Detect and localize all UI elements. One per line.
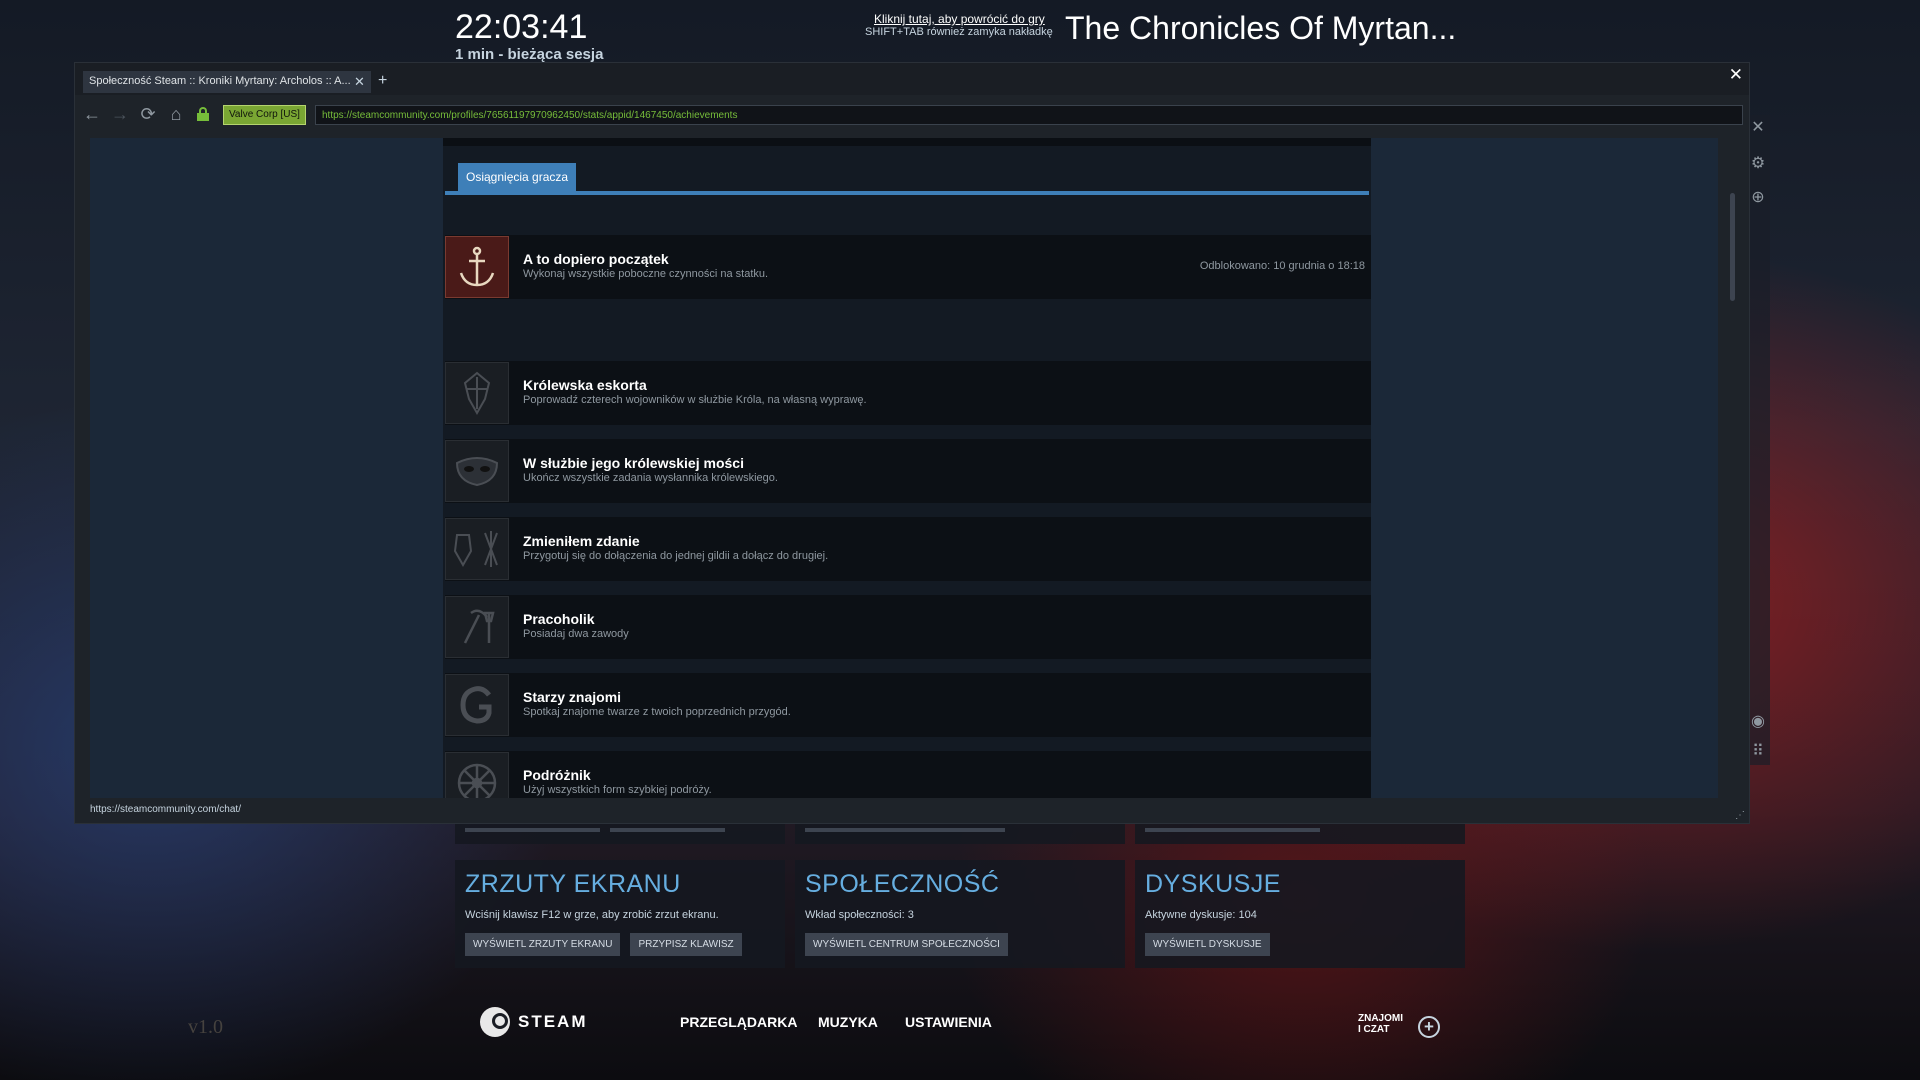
achievement-description: Przygotuj się do dołączenia do jednej gi… — [523, 550, 829, 562]
achievement-row: Pracoholik Posiadaj dwa zawody — [445, 595, 1371, 659]
browser-scrollbar[interactable] — [1727, 138, 1737, 798]
add-friend-icon[interactable]: + — [1418, 1016, 1440, 1038]
achievement-row: W służbie jego królewskiej mości Ukończ … — [445, 439, 1371, 503]
achievement-title: Pracoholik — [523, 611, 595, 627]
nav-settings[interactable]: USTAWIENIA — [905, 1014, 992, 1030]
return-to-game-link[interactable]: Kliknij tutaj, aby powrócić do gry — [874, 12, 1045, 26]
overlay-bottom-bar — [0, 985, 1920, 1080]
achievement-title: Królewska eskorta — [523, 377, 647, 393]
achievement-title: Podróżnik — [523, 767, 591, 783]
achievements-content: Osiągnięcia gracza A to dopiero początek… — [443, 138, 1371, 798]
achievement-description: Spotkaj znajome twarze z twoich poprzedn… — [523, 706, 791, 718]
discussions-panel: DYSKUSJE Aktywne dyskusje: 104 WYŚWIETL … — [1135, 860, 1465, 968]
discussions-title: DYSKUSJE — [1145, 870, 1281, 898]
game-title: The Chronicles Of Myrtan... — [1065, 10, 1457, 46]
add-icon[interactable]: ⊕ — [1748, 188, 1768, 208]
achievement-row: Podróżnik Użyj wszystkich form szybkiej … — [445, 751, 1371, 798]
close-icon[interactable]: ✕ — [1748, 118, 1768, 138]
community-panel: SPOŁECZNOŚĆ Wkład społeczności: 3 WYŚWIE… — [795, 860, 1125, 968]
achievement-row: Starzy znajomi Spotkaj znajome twarze z … — [445, 673, 1371, 737]
resize-grip-icon[interactable]: ⋰ — [1735, 810, 1745, 821]
achievement-title: Starzy znajomi — [523, 689, 622, 705]
back-icon[interactable]: ← — [81, 104, 103, 125]
community-desc: Wkład społeczności: 3 — [805, 909, 914, 921]
achievement-description: Ukończ wszystkie zadania wysłannika król… — [523, 472, 778, 484]
steam-logo-icon — [480, 1007, 510, 1037]
reload-icon[interactable]: ⟳ — [137, 104, 159, 125]
mask-icon — [445, 440, 509, 502]
new-tab-icon[interactable]: + — [378, 72, 387, 90]
tab-player-achievements[interactable]: Osiągnięcia gracza — [458, 163, 577, 191]
anchor-icon — [445, 236, 509, 298]
home-icon[interactable]: ⌂ — [165, 104, 187, 125]
browser-tabbar: Społeczność Steam :: Kroniki Myrtany: Ar… — [75, 63, 1749, 95]
crest-icon — [445, 362, 509, 424]
browser-tab[interactable]: Społeczność Steam :: Kroniki Myrtany: Ar… — [83, 71, 371, 93]
tools-icon — [445, 596, 509, 658]
achievement-row: Zmieniłem zdanie Przygotuj się do dołącz… — [445, 517, 1371, 581]
friends-label-line1: ZNAJOMI — [1358, 1013, 1403, 1024]
url-input[interactable]: https://steamcommunity.com/profiles/7656… — [315, 105, 1743, 125]
tab-close-icon[interactable]: ✕ — [354, 74, 365, 90]
achievement-title: Zmieniłem zdanie — [523, 533, 640, 549]
steam-logo[interactable]: STEAM — [480, 1007, 588, 1037]
certificate-badge[interactable]: Valve Corp [US] — [223, 105, 306, 125]
g-letter-icon — [445, 674, 509, 736]
panel-strip — [455, 824, 785, 844]
steam-logo-text: STEAM — [518, 1012, 588, 1031]
panel-strip — [1135, 824, 1465, 844]
screenshots-title: ZRZUTY EKRANU — [465, 870, 681, 898]
achievement-description: Poprowadź czterech wojowników w służbie … — [523, 394, 867, 406]
panel-bar — [465, 828, 600, 832]
panel-bar — [805, 828, 1005, 832]
discussions-desc: Aktywne dyskusje: 104 — [1145, 909, 1257, 921]
overlay-clock: 22:03:41 — [455, 8, 588, 46]
browser-viewport: Osiągnięcia gracza A to dopiero początek… — [90, 138, 1718, 798]
guild-icon — [445, 518, 509, 580]
friends-label-line2: I CZAT — [1358, 1024, 1390, 1035]
achievement-description: Użyj wszystkich form szybkiej podróży. — [523, 784, 712, 796]
friends-chat-button[interactable]: ZNAJOMI I CZAT — [1358, 1013, 1403, 1035]
panel-bar — [610, 828, 725, 832]
gear-icon[interactable]: ⚙ — [1748, 154, 1768, 174]
panel-strip — [795, 824, 1125, 844]
scrollbar-thumb[interactable] — [1730, 193, 1735, 301]
nav-music[interactable]: MUZYKA — [818, 1014, 878, 1030]
achievement-title: A to dopiero początek — [523, 251, 669, 267]
grip-icon[interactable]: ⠿ — [1748, 742, 1768, 762]
lock-icon — [197, 107, 209, 121]
overlay-browser-window: Społeczność Steam :: Kroniki Myrtany: Ar… — [74, 62, 1750, 824]
content-top-bar — [443, 138, 1371, 146]
panel-bar — [1145, 828, 1320, 832]
view-discussions-button[interactable]: WYŚWIETL DYSKUSJE — [1145, 933, 1270, 956]
achievement-row: Królewska eskorta Poprowadź czterech woj… — [445, 361, 1371, 425]
browser-toolbar: ← → ⟳ ⌂ Valve Corp [US] https://steamcom… — [75, 95, 1749, 135]
wheel-icon — [445, 752, 509, 798]
window-close-icon[interactable]: ✕ — [1729, 65, 1743, 85]
achievement-description: Wykonaj wszystkie poboczne czynności na … — [523, 268, 769, 280]
view-community-hub-button[interactable]: WYŚWIETL CENTRUM SPOŁECZNOŚCI — [805, 933, 1008, 956]
achievement-unlock-date: Odblokowano: 10 grudnia o 18:18 — [1199, 260, 1365, 272]
assign-key-button[interactable]: PRZYPISZ KLAWISZ — [630, 933, 742, 956]
tab-underline — [445, 191, 1369, 195]
session-duration: 1 min - bieżąca sesja — [455, 46, 604, 63]
screenshots-desc: Wciśnij klawisz F12 w grze, aby zrobić z… — [465, 909, 719, 921]
overlay-shortcut-hint: SHIFT+TAB również zamyka nakładkę — [865, 26, 1053, 38]
achievement-description: Posiadaj dwa zawody — [523, 628, 629, 640]
browser-status-url: https://steamcommunity.com/chat/ — [90, 804, 241, 815]
forward-icon[interactable]: → — [109, 104, 131, 125]
view-screenshots-button[interactable]: WYŚWIETL ZRZUTY EKRANU — [465, 933, 621, 956]
achievement-title: W służbie jego królewskiej mości — [523, 455, 744, 471]
nav-browser[interactable]: PRZEGLĄDARKA — [680, 1014, 797, 1030]
chat-icon[interactable]: ◉ — [1748, 712, 1768, 732]
screenshots-panel: ZRZUTY EKRANU Wciśnij klawisz F12 w grze… — [455, 860, 785, 968]
achievement-row: A to dopiero początek Wykonaj wszystkie … — [445, 235, 1371, 299]
community-title: SPOŁECZNOŚĆ — [805, 870, 1000, 898]
